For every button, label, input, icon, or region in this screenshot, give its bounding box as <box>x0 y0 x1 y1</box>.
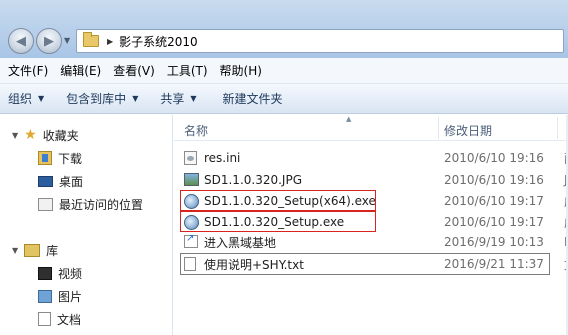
nav-pictures[interactable]: 图片 <box>38 286 82 306</box>
share-label: 共享 <box>160 92 185 106</box>
menu-view[interactable]: 查看(V) <box>113 62 155 79</box>
file-row[interactable]: SD1.1.0.320.JPG 2010/6/10 19:16 J <box>174 170 568 190</box>
file-date: 2010/6/10 19:17 <box>444 194 544 208</box>
organize-label: 组织 <box>8 92 33 106</box>
nav-favorites-label: 收藏夹 <box>42 128 79 143</box>
nav-documents[interactable]: 文档 <box>38 309 81 329</box>
recent-places-icon <box>38 197 53 211</box>
nav-libraries-label: 库 <box>46 243 59 258</box>
collapse-arrow-icon[interactable]: ▼ <box>12 246 18 255</box>
shortcut-icon <box>184 233 198 248</box>
highlight-box-x64-setup <box>180 190 376 211</box>
command-bar: 组织 ▼ 包含到库中 ▼ 共享 ▼ 新建文件夹 <box>0 84 568 114</box>
chevron-down-icon: ▼ <box>38 94 45 103</box>
menu-help[interactable]: 帮助(H) <box>220 62 262 79</box>
organize-button[interactable]: 组织 ▼ <box>8 90 44 107</box>
highlight-box-setup <box>180 211 376 232</box>
file-date: 2010/6/10 19:16 <box>444 173 544 187</box>
nav-videos[interactable]: 视频 <box>38 263 82 283</box>
nav-desktop[interactable]: 桌面 <box>38 171 83 191</box>
column-header-name[interactable]: 名称 <box>184 122 208 139</box>
chevron-down-icon: ▼ <box>132 94 139 103</box>
image-file-icon <box>184 173 199 186</box>
file-list: ▲ 名称 修改日期 res.ini 2010/6/10 19:16 配 SD1.… <box>174 115 568 335</box>
collapse-arrow-icon[interactable]: ▼ <box>12 131 18 140</box>
nav-pictures-label: 图片 <box>58 289 83 304</box>
nav-downloads[interactable]: 下载 <box>38 148 82 168</box>
chevron-down-icon: ▼ <box>190 94 197 103</box>
include-in-library-label: 包含到库中 <box>66 92 127 106</box>
menu-bar: 文件(F) 编辑(E) 查看(V) 工具(T) 帮助(H) <box>0 58 568 84</box>
share-button[interactable]: 共享 ▼ <box>160 90 196 107</box>
file-row[interactable]: 进入黑域基地 2016/9/19 10:13 H <box>174 232 568 252</box>
nav-videos-label: 视频 <box>58 266 83 281</box>
video-library-icon <box>38 266 52 280</box>
desktop-icon <box>38 175 53 187</box>
file-name: res.ini <box>204 151 241 165</box>
back-arrow-icon: ◀ <box>16 33 26 49</box>
picture-library-icon <box>38 289 52 303</box>
ini-file-icon <box>184 151 197 165</box>
new-folder-button[interactable]: 新建文件夹 <box>223 90 283 107</box>
sort-ascending-icon: ▲ <box>346 115 352 123</box>
file-row[interactable]: res.ini 2010/6/10 19:16 配 <box>174 148 568 168</box>
folder-icon <box>83 32 99 47</box>
nav-documents-label: 文档 <box>57 312 82 327</box>
breadcrumb-current-folder[interactable]: 影子系统2010 <box>119 33 198 50</box>
document-library-icon <box>38 312 51 326</box>
new-folder-label: 新建文件夹 <box>222 92 283 106</box>
nav-desktop-label: 桌面 <box>59 174 84 189</box>
nav-libraries[interactable]: ▼ 库 <box>12 240 58 260</box>
navigation-pane: ▼ ★ 收藏夹 下载 桌面 最近访问的位置 ▼ 库 视频 图片 文档 <box>0 115 173 335</box>
downloads-folder-icon <box>38 151 52 165</box>
file-name: SD1.1.0.320.JPG <box>204 173 302 187</box>
library-icon <box>24 243 41 257</box>
nav-downloads-label: 下载 <box>58 151 83 166</box>
title-bar: ◀ ▶ ▼ ▶ 影子系统2010 <box>0 0 568 58</box>
include-in-library-button[interactable]: 包含到库中 ▼ <box>66 90 138 107</box>
column-divider[interactable] <box>557 117 558 139</box>
column-header-row: ▲ 名称 修改日期 <box>174 115 568 141</box>
breadcrumb-chevron-icon[interactable]: ▶ <box>107 37 113 46</box>
focus-outline-txt-row <box>180 253 550 275</box>
file-date: 2010/6/10 19:16 <box>444 151 544 165</box>
back-button[interactable]: ◀ <box>8 28 34 54</box>
nav-recent-label: 最近访问的位置 <box>59 197 144 212</box>
file-date: 2010/6/10 19:17 <box>444 215 544 229</box>
address-bar[interactable]: ▶ 影子系统2010 <box>76 29 564 53</box>
nav-recent-places[interactable]: 最近访问的位置 <box>38 194 143 214</box>
menu-tools[interactable]: 工具(T) <box>167 62 208 79</box>
file-name: 进入黑域基地 <box>204 235 277 250</box>
forward-arrow-icon: ▶ <box>44 33 54 49</box>
star-icon: ★ <box>24 127 37 143</box>
forward-button[interactable]: ▶ <box>36 28 62 54</box>
column-header-date[interactable]: 修改日期 <box>444 122 492 139</box>
menu-edit[interactable]: 编辑(E) <box>60 62 101 79</box>
nav-favorites[interactable]: ▼ ★ 收藏夹 <box>12 125 79 145</box>
recent-pages-dropdown[interactable]: ▼ <box>64 36 74 46</box>
menu-file[interactable]: 文件(F) <box>8 62 48 79</box>
file-date: 2016/9/19 10:13 <box>444 235 544 249</box>
column-divider[interactable] <box>438 117 439 139</box>
